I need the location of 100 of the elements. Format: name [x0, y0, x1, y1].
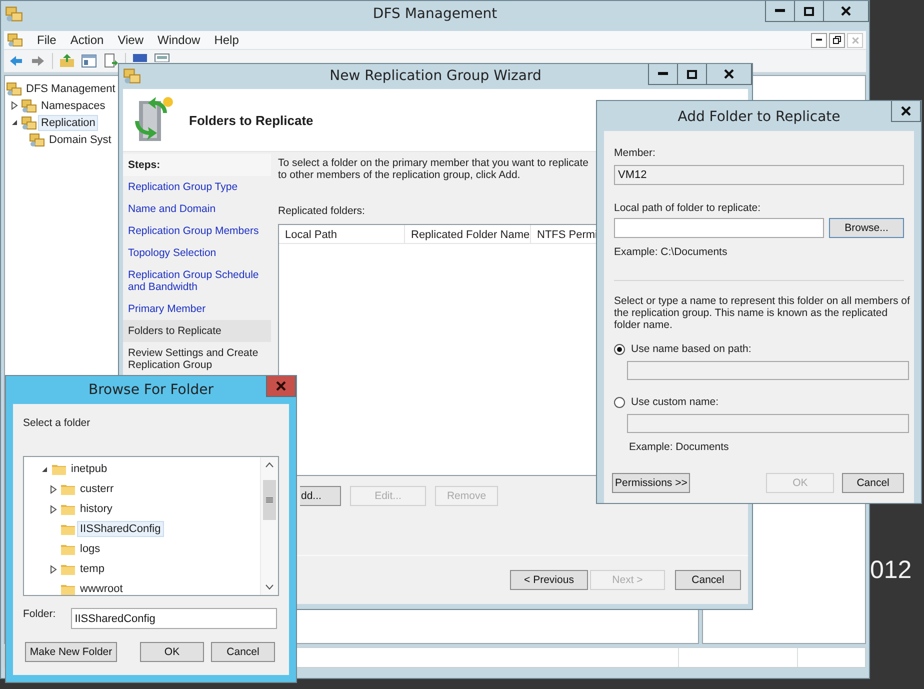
name-field[interactable] [627, 361, 909, 380]
maximize-icon [687, 70, 697, 78]
folders-icon [123, 67, 141, 85]
page-heading: Folders to Replicate [189, 112, 314, 128]
column-header[interactable]: Local Path [279, 225, 405, 243]
folders-icon [21, 98, 37, 114]
example-text: Example: C:\Documents [614, 246, 728, 258]
example-text: Example: Documents [629, 441, 729, 453]
tree-item[interactable]: history [77, 501, 116, 517]
menu-item[interactable]: File [37, 33, 56, 47]
new-folder-button[interactable]: Make New Folder [25, 642, 117, 662]
cancel-button[interactable]: Cancel [675, 570, 741, 590]
menu-item[interactable]: Window [158, 33, 200, 47]
steps-label: Steps: [123, 154, 271, 176]
tree-item[interactable]: Namespaces [38, 98, 108, 114]
column-header[interactable]: Replicated Folder Name [405, 225, 531, 243]
collapsed-arrow-icon[interactable] [49, 504, 58, 514]
previous-button[interactable]: < Previous [510, 570, 588, 590]
folder-label: Folder: [23, 608, 56, 620]
ok-button[interactable]: OK [140, 642, 204, 662]
radio-label: Use custom name: [631, 396, 719, 408]
wizard-step[interactable]: Folders to Replicate [123, 320, 271, 342]
menu-item[interactable]: Help [214, 33, 239, 47]
member-field[interactable]: VM12 [614, 165, 904, 185]
tree-item[interactable]: logs [77, 541, 104, 557]
dialog-title: Add Folder to Replicate [678, 109, 840, 125]
close-button[interactable] [706, 64, 752, 85]
scroll-up-icon[interactable] [265, 462, 274, 468]
wizard-step[interactable]: Primary Member [123, 298, 271, 320]
add-button[interactable]: dd... [300, 486, 341, 506]
browse-button[interactable]: Browse... [829, 218, 904, 238]
minimize-button[interactable] [648, 64, 678, 85]
tree-item[interactable]: Domain Syst [46, 132, 114, 148]
folders-icon [6, 80, 22, 96]
minimize-button[interactable] [811, 32, 827, 48]
close-icon [724, 69, 734, 79]
close-icon [276, 381, 286, 391]
tree-pane-icon[interactable] [81, 53, 97, 69]
wizard-step[interactable]: Topology Selection [123, 242, 271, 264]
tree-item[interactable]: temp [77, 561, 108, 577]
dialog-title: Browse For Folder [88, 382, 214, 398]
maximize-icon [804, 6, 814, 16]
radio-button[interactable] [614, 396, 625, 408]
grip-icon [266, 497, 273, 503]
tree-item[interactable]: DFS Management [23, 80, 118, 96]
path-label: Local path of folder to replicate: [614, 202, 761, 214]
minimize-button[interactable] [765, 1, 795, 22]
menu-item[interactable]: Action [70, 33, 104, 47]
expanded-arrow-icon[interactable] [40, 464, 49, 474]
minimize-icon [775, 9, 785, 13]
tree-item[interactable]: inetpub [68, 461, 110, 477]
scrollbar[interactable] [260, 457, 278, 595]
back-arrow-icon[interactable] [8, 53, 24, 69]
window-title: DFS Management [372, 6, 498, 22]
instructions-text: To select a folder on the primary member that you want to replicate to other members of the replication group, click Add. [278, 157, 590, 181]
folders-icon [7, 32, 23, 48]
permissions-button[interactable]: Permissions >> [612, 473, 690, 493]
wizard-step[interactable]: Name and Domain [123, 198, 271, 220]
restore-icon [833, 36, 841, 44]
folder-field[interactable]: IISSharedConfig [70, 608, 277, 629]
close-button[interactable] [823, 1, 869, 22]
window-title: New Replication Group Wizard [330, 68, 542, 84]
wizard-step[interactable]: Review Settings and Create Replication Group [123, 342, 271, 376]
close-icon [852, 36, 858, 44]
forward-arrow-icon[interactable] [30, 53, 46, 69]
menu-item[interactable]: View [118, 33, 144, 47]
close-button[interactable] [891, 101, 921, 122]
cancel-button[interactable]: Cancel [842, 473, 904, 493]
name-field[interactable] [627, 414, 909, 433]
cancel-button[interactable]: Cancel [211, 642, 275, 662]
name-instructions: Select or type a name to represent this folder on all members of the replication group. This name is known as the replicated folder name. [614, 295, 911, 331]
radio-label: Use name based on path: [631, 343, 752, 355]
collapsed-arrow-icon[interactable] [49, 564, 58, 574]
folders-icon [5, 5, 23, 23]
path-field[interactable] [614, 218, 824, 238]
minimize-icon [816, 38, 822, 42]
wizard-step[interactable]: Replication Group Members [123, 220, 271, 242]
scroll-down-icon[interactable] [265, 584, 274, 590]
radio-button[interactable] [614, 344, 625, 354]
wizard-step[interactable]: Replication Group Type [123, 176, 271, 198]
tree-item[interactable]: wwwroot [77, 581, 126, 597]
collapsed-arrow-icon[interactable] [49, 484, 58, 494]
tree-item[interactable]: Replication [38, 114, 98, 130]
folder-up-icon[interactable] [59, 53, 75, 69]
tree-item[interactable]: IISSharedConfig [77, 521, 164, 537]
restore-button[interactable] [829, 32, 845, 48]
tree-item[interactable]: custerr [77, 481, 117, 497]
expanded-arrow-icon[interactable] [10, 118, 19, 127]
desktop-text: 012 [870, 556, 912, 585]
prompt-text: Select a folder [23, 417, 90, 429]
folders-icon [21, 114, 37, 130]
close-icon [841, 6, 851, 16]
folders-icon [29, 132, 45, 148]
wizard-step[interactable]: Replication Group Schedule and Bandwidth [123, 264, 271, 298]
member-label: Member: [614, 147, 656, 159]
collapsed-arrow-icon[interactable] [10, 101, 19, 110]
list-label: Replicated folders: [278, 205, 365, 217]
minimize-icon [658, 72, 668, 76]
export-icon[interactable] [103, 53, 119, 69]
close-icon [901, 106, 911, 116]
